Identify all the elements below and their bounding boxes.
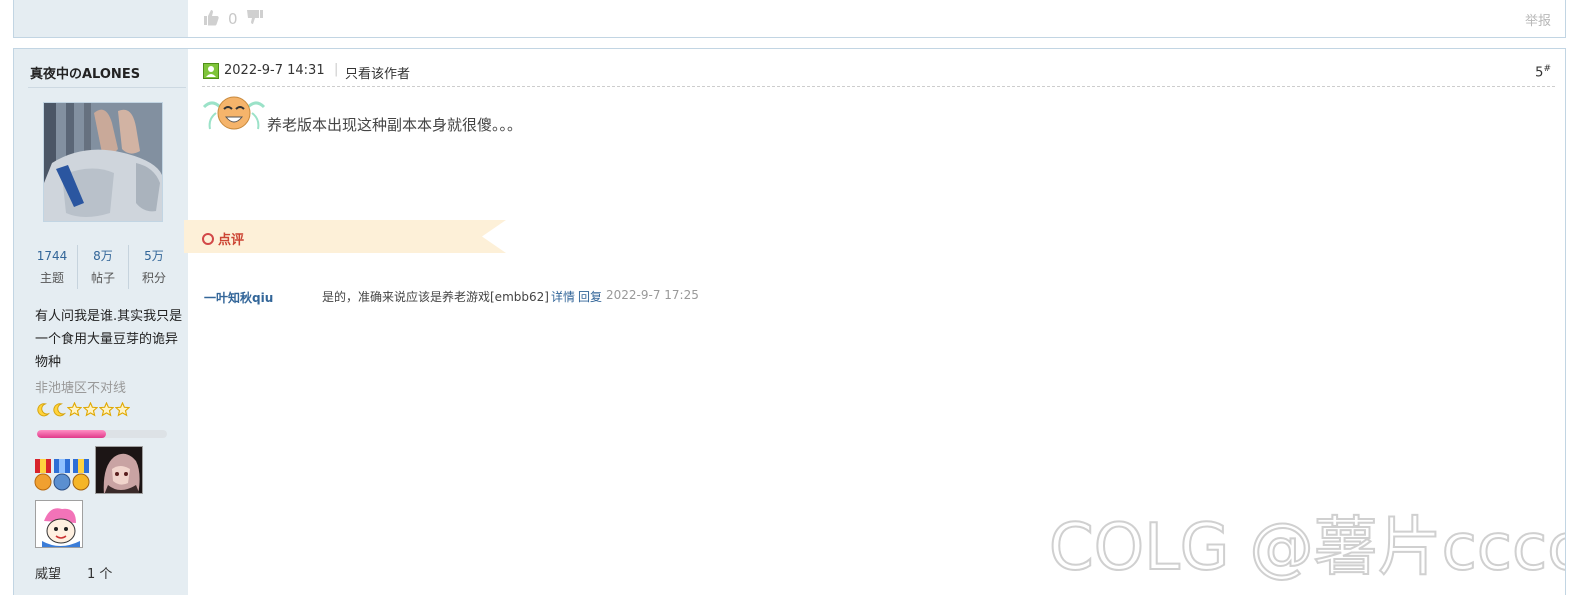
moon-icon xyxy=(53,403,66,417)
watermark: COLG @薯片cccc xyxy=(1048,510,1565,585)
report-link[interactable]: 举报 xyxy=(1525,10,1551,29)
post-timestamp: 2022-9-7 14:31 xyxy=(224,63,325,78)
medal-icons[interactable] xyxy=(34,459,92,493)
floor-mark: # xyxy=(1543,64,1551,74)
prestige-row: 威望 1 个 xyxy=(35,563,112,582)
watermark-text: COLG @薯片cccc xyxy=(1049,511,1565,585)
cartoon-badge[interactable] xyxy=(35,500,83,548)
like-count: 0 xyxy=(228,10,238,28)
star-icon xyxy=(115,402,130,417)
post-header: 2022-9-7 14:31 | 只看该作者 5# xyxy=(202,59,1555,87)
circle-icon xyxy=(202,232,214,245)
star-icon xyxy=(67,402,82,417)
stat-posts-value: 8万 xyxy=(93,249,113,263)
comment-detail-link[interactable]: 详情 xyxy=(551,288,575,305)
online-status-icon xyxy=(203,63,219,79)
thumbs-down-icon[interactable] xyxy=(246,8,264,30)
previous-post-actions: 0 xyxy=(202,8,264,30)
author-stats: 1744 主题 8万 帖子 5万 积分 xyxy=(27,245,179,289)
author-name[interactable]: 真夜中のALONES xyxy=(30,63,140,82)
comment-reply-link[interactable]: 回复 xyxy=(578,288,602,305)
star-icon xyxy=(99,402,114,417)
crying-laugh-emoji-icon xyxy=(202,95,266,133)
author-sidebar: 真夜中のALONES 1744 主题 8万 帖子 5万 积分 有人问我是谁.其实… xyxy=(14,49,188,595)
post-content: 养老版本出现这种副本本身就很傻。。。 xyxy=(267,116,523,134)
previous-post-sidebar xyxy=(14,0,188,37)
stat-points-value: 5万 xyxy=(144,249,164,263)
comment-section-title: 点评 xyxy=(218,233,245,248)
avatar[interactable] xyxy=(43,102,163,222)
comment-user[interactable]: 一叶知秋qiu xyxy=(204,289,273,306)
star-icon xyxy=(83,402,98,417)
prestige-label: 威望 xyxy=(35,567,62,582)
moon-icon xyxy=(37,403,50,417)
medal-area xyxy=(34,445,174,555)
comment-section-label: 点评 xyxy=(202,229,244,248)
rank-icons xyxy=(35,402,130,417)
comment-text: 是的，准确来说应该是养老游戏[embb62] xyxy=(322,290,549,304)
comment-time: 2022-9-7 17:25 xyxy=(606,288,699,302)
stat-posts[interactable]: 8万 帖子 xyxy=(77,245,128,289)
author-signature: 有人问我是谁.其实我只是一个食用大量豆芽的诡异物种 xyxy=(35,309,183,370)
header-separator: | xyxy=(334,62,339,77)
previous-post: 0 举报 xyxy=(13,0,1566,38)
stat-points[interactable]: 5万 积分 xyxy=(128,245,179,289)
stat-posts-label: 帖子 xyxy=(90,271,115,285)
stat-threads[interactable]: 1744 主题 xyxy=(27,245,77,289)
rank-progress-bar xyxy=(37,430,167,438)
rank-progress-fill xyxy=(37,430,106,438)
thumbs-up-icon[interactable] xyxy=(202,8,220,30)
stat-threads-value: 1744 xyxy=(36,249,68,263)
floor-number[interactable]: 5# xyxy=(1535,64,1551,80)
comment-row: 一叶知秋qiu 是的，准确来说应该是养老游戏[embb62] 详情 回复 202… xyxy=(202,287,802,307)
author-divider xyxy=(28,87,186,88)
stat-threads-label: 主题 xyxy=(39,271,64,285)
only-author-link[interactable]: 只看该作者 xyxy=(345,63,410,82)
custom-title: 非池塘区不对线 xyxy=(35,381,127,396)
stat-points-label: 积分 xyxy=(141,271,166,285)
character-badge[interactable] xyxy=(95,446,143,494)
prestige-value: 1 个 xyxy=(87,567,113,582)
